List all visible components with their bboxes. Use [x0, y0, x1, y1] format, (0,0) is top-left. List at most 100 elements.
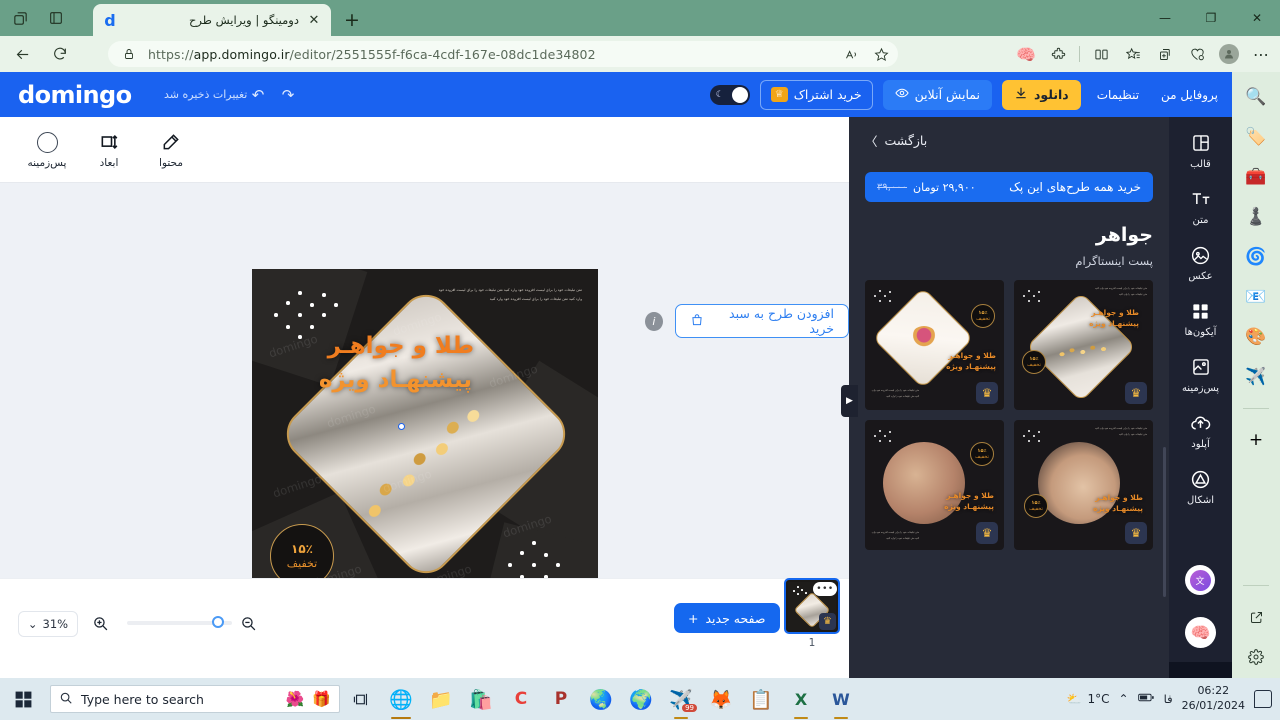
tools-briefcase-icon[interactable]: 🧰 — [1241, 164, 1271, 190]
toolbar-item-background[interactable]: پس‌زمینه — [18, 130, 76, 169]
rail-label-upload: آپلود — [1191, 439, 1210, 450]
theme-toggle-switch[interactable]: ☾ — [709, 84, 750, 105]
redo-icon[interactable]: ↷ — [278, 85, 298, 105]
outlook-icon[interactable]: 📧 — [1241, 284, 1271, 310]
show-hidden-icons-chevron[interactable]: ⌃ — [1119, 692, 1129, 706]
design-canvas[interactable]: متن تبلیغات خود را برای لیست افزوده خود … — [252, 269, 598, 615]
vertical-tabs-icon[interactable] — [40, 3, 72, 33]
minimize-button[interactable]: — — [1142, 0, 1188, 36]
telegram-icon[interactable]: ✈️ — [1241, 364, 1271, 390]
favorites-list-icon[interactable] — [1118, 39, 1148, 69]
translate-icon: 文 — [1189, 569, 1211, 591]
profile-avatar[interactable] — [1214, 39, 1244, 69]
back-link[interactable]: بازگشت 〉 — [865, 131, 1153, 150]
microsoft-store-icon[interactable]: 🛍️ — [465, 684, 497, 714]
tab-collections-icon[interactable] — [4, 3, 36, 33]
template-thumbnail[interactable]: ۱۵٪ تخفیف طلا و جواهـر پیشنهـاد ویژه متن… — [1014, 420, 1153, 550]
rail-item-image[interactable]: عکس — [1169, 243, 1232, 282]
profile-link[interactable]: پروفایل من — [1155, 84, 1224, 106]
favorite-star-icon[interactable] — [870, 43, 892, 65]
microsoft-365-icon[interactable]: 🌀 — [1241, 244, 1271, 270]
thumb-micro-text: متن تبلیغات خود را برای لیست افزوده خود … — [871, 531, 919, 541]
new-tab-button[interactable]: + — [338, 6, 366, 34]
rail-item-template[interactable]: قالب — [1169, 131, 1232, 170]
panel-subtitle: پست اینستاگرام — [1075, 254, 1153, 268]
undo-icon[interactable]: ↶ — [248, 85, 268, 105]
p-app-icon[interactable]: P — [545, 684, 577, 714]
task-view-icon[interactable] — [345, 684, 377, 714]
browser-essentials-icon[interactable] — [1182, 39, 1212, 69]
toolbar-item-content[interactable]: محتوا — [142, 130, 200, 169]
add-sidebar-app-icon[interactable]: + — [1241, 427, 1271, 453]
notification-center-icon[interactable] — [1254, 690, 1272, 708]
rail-item-icons[interactable]: آیکون‌ها — [1169, 299, 1232, 338]
page-thumbnail[interactable]: ••• ♛ — [784, 578, 840, 634]
buy-pack-button[interactable]: خرید همه طرح‌های این پک ۲۹,۹۰۰ تومان ۳۹,… — [865, 172, 1153, 202]
shopping-tag-icon[interactable]: 🏷️ — [1241, 124, 1271, 150]
close-tab-icon[interactable]: ✕ — [305, 11, 323, 29]
window-close-button[interactable]: ✕ — [1234, 0, 1280, 36]
toolbar-item-dimensions[interactable]: ابعاد — [80, 130, 138, 169]
settings-link[interactable]: تنظیمات — [1091, 84, 1145, 106]
refresh-button[interactable] — [44, 39, 76, 69]
template-thumbnail[interactable]: طلا و جواهـر پیشنهـاد ویژه ۱۵٪ تخفیف متن… — [1014, 280, 1153, 410]
app-logo[interactable]: domingo — [18, 81, 132, 109]
designer-icon[interactable]: 🎨 — [1241, 324, 1271, 350]
open-external-icon[interactable] — [1241, 604, 1271, 630]
zoom-in-icon[interactable] — [90, 613, 110, 633]
zoom-out-icon[interactable] — [238, 613, 258, 633]
read-aloud-icon[interactable] — [840, 43, 862, 65]
rail-item-text[interactable]: متن — [1169, 187, 1232, 226]
zoom-slider-knob[interactable] — [212, 616, 224, 628]
rail-item-background[interactable]: پس‌زمینه — [1169, 355, 1232, 394]
notes-icon[interactable]: 📋 — [745, 684, 777, 714]
translate-fab-button[interactable]: 文 — [1185, 565, 1215, 595]
telegram-badge-count: 99 — [682, 704, 697, 712]
template-thumbnail[interactable]: ۱۵٪ تخفیف طلا و جواهـر پیشنهـاد ویژه متن… — [865, 420, 1004, 550]
back-button[interactable] — [6, 39, 38, 69]
panel-toggle-button[interactable]: ▶ — [841, 385, 858, 417]
games-icon[interactable]: ♟️ — [1241, 204, 1271, 230]
split-screen-icon[interactable] — [1086, 39, 1116, 69]
c-app-icon[interactable]: C — [505, 684, 537, 714]
browser-settings-more-icon[interactable]: ⋯ — [1246, 39, 1276, 69]
search-icon[interactable]: 🔍 — [1241, 84, 1271, 110]
firefox-icon[interactable]: 🦊 — [705, 684, 737, 714]
browser-tab-active[interactable]: d دومینگو | ویرایش طرح ✕ — [93, 4, 331, 36]
buy-subscription-button[interactable]: خرید اشتراک ♕ — [759, 79, 873, 110]
address-bar[interactable]: https://app.domingo.ir/editor/2551555f-f… — [108, 41, 898, 67]
language-indicator[interactable]: فا — [1164, 692, 1173, 706]
download-button[interactable]: دانلود — [1001, 79, 1081, 110]
canvas-selection-handle[interactable] — [398, 423, 405, 430]
panel-scrollbar[interactable] — [1163, 447, 1166, 597]
maximize-button[interactable]: ❐ — [1188, 0, 1234, 36]
weather-widget[interactable]: ⛅ 1°C — [1067, 692, 1110, 706]
collections-add-icon[interactable] — [1150, 39, 1180, 69]
zoom-level-select[interactable]: ⌄ 31% — [18, 611, 78, 637]
rail-item-shapes[interactable]: اشکال — [1169, 467, 1232, 506]
new-page-button[interactable]: صفحه جدید + — [674, 603, 780, 633]
page-menu-icon[interactable]: ••• — [813, 582, 837, 596]
telegram-icon[interactable]: ✈️ 99 — [665, 684, 697, 719]
rail-item-upload[interactable]: آپلود — [1169, 411, 1232, 450]
excel-icon[interactable]: X — [785, 684, 817, 719]
thumb-micro-text: متن تبلیغات خود را برای لیست افزوده خود … — [1095, 287, 1147, 296]
taskbar-search-box[interactable]: Type here to search 🌺 🎁 — [50, 685, 340, 713]
template-thumbnail[interactable]: ۱۵٪ تخفیف طلا و جواهـر پیشنهـاد ویژه متن… — [865, 280, 1004, 410]
ai-assistant-fab-button[interactable]: 🧠 — [1185, 617, 1216, 648]
online-preview-button[interactable]: نمایش آنلاین — [882, 79, 992, 110]
internet-download-manager-icon[interactable]: 🌍 — [625, 684, 657, 714]
battery-icon[interactable] — [1137, 691, 1155, 707]
start-button[interactable] — [10, 687, 36, 711]
word-icon[interactable]: W — [825, 684, 857, 719]
thumb-ring-image — [911, 326, 937, 348]
extensions-icon[interactable] — [1043, 39, 1073, 69]
file-explorer-icon[interactable]: 📁 — [425, 684, 457, 714]
add-to-cart-button[interactable]: افزودن طرح به سبد خرید — [674, 304, 849, 338]
taskbar-clock[interactable]: 06:22 26/01/2024 — [1182, 684, 1245, 714]
info-icon[interactable]: i — [645, 311, 663, 331]
copilot-icon[interactable]: 🧠 — [1011, 39, 1041, 69]
edge-icon[interactable]: 🌐 — [385, 684, 417, 719]
chrome-icon[interactable]: 🌏 — [585, 684, 617, 714]
sidebar-settings-gear-icon[interactable] — [1241, 644, 1271, 670]
